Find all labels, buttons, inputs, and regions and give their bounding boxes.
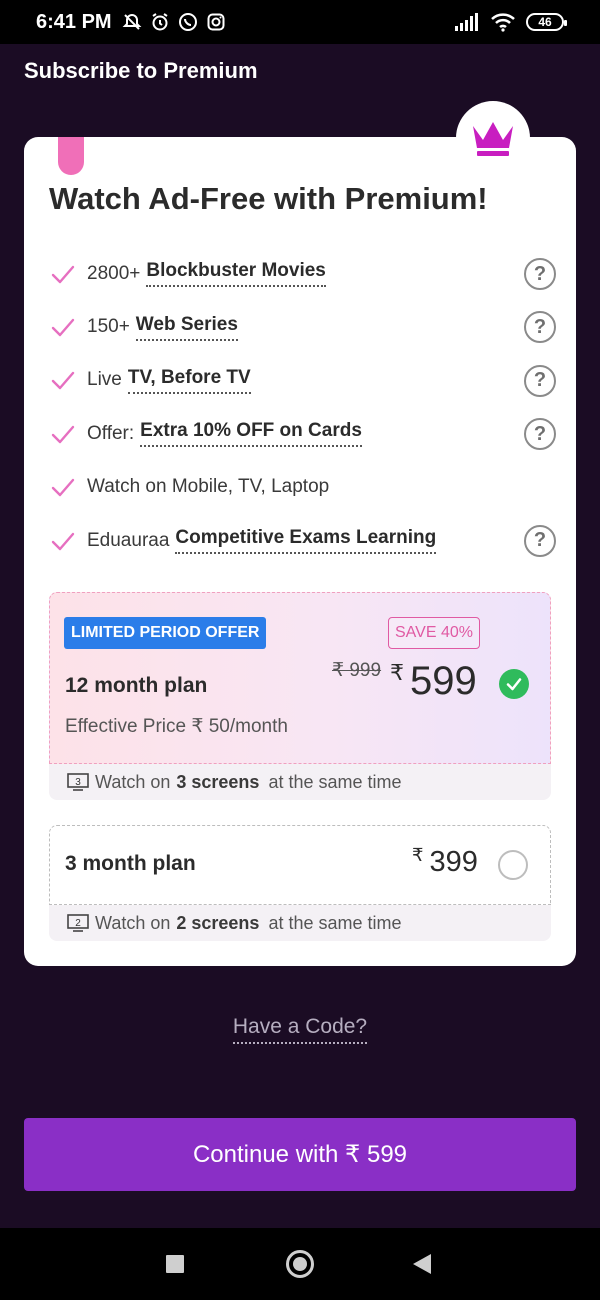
screens-count: 3 screens bbox=[176, 771, 260, 792]
crown-icon bbox=[473, 122, 513, 156]
tv-icon: 3 bbox=[67, 773, 89, 791]
plan-3-body[interactable]: 3 month plan ₹399 bbox=[49, 825, 551, 905]
have-code-container: Have a Code? bbox=[0, 1015, 600, 1044]
feature-prefix: 150+ bbox=[87, 316, 130, 338]
feature-item-web-series: 150+ Web Series ? bbox=[50, 300, 556, 353]
screens-suffix: at the same time bbox=[268, 912, 402, 933]
feature-prefix: 2800+ bbox=[87, 262, 141, 284]
continue-button[interactable]: Continue with ₹ 599 bbox=[24, 1118, 576, 1191]
screens-prefix: Watch on bbox=[95, 771, 171, 792]
feature-item-devices: Watch on Mobile, TV, Laptop bbox=[50, 461, 556, 514]
screens-suffix: at the same time bbox=[268, 771, 402, 792]
signal-icon bbox=[455, 13, 478, 31]
status-bar: 6:41 PM 46 bbox=[0, 0, 600, 44]
screens-prefix: Watch on bbox=[95, 912, 171, 933]
instagram-icon bbox=[207, 13, 225, 31]
tv-icon: 2 bbox=[67, 914, 89, 932]
whatsapp-icon bbox=[178, 13, 197, 31]
old-price: ₹ 999 bbox=[332, 660, 382, 681]
battery-level: 46 bbox=[538, 15, 552, 29]
battery-icon: 46 bbox=[526, 13, 567, 31]
alarm-icon bbox=[152, 13, 168, 31]
feature-link-offer[interactable]: Extra 10% OFF on Cards bbox=[140, 420, 362, 448]
feature-item-eduauraa: Eduauraa Competitive Exams Learning ? bbox=[50, 514, 556, 567]
premium-card: Watch Ad-Free with Premium! 2800+ Blockb… bbox=[24, 101, 576, 966]
checkmark-icon bbox=[506, 678, 522, 691]
feature-prefix: Live bbox=[87, 369, 122, 391]
wifi-icon bbox=[491, 13, 515, 32]
price-value: 599 bbox=[410, 659, 477, 703]
help-icon[interactable]: ? bbox=[524, 524, 556, 557]
plan-price: ₹599 bbox=[390, 659, 477, 704]
screens-info: 2 Watch on 2 screens at the same time bbox=[49, 905, 551, 941]
feature-list: 2800+ Blockbuster Movies ? 150+ Web Seri… bbox=[50, 247, 556, 567]
save-badge: SAVE 40% bbox=[388, 617, 480, 649]
help-icon[interactable]: ? bbox=[524, 364, 556, 397]
currency-symbol: ₹ bbox=[412, 845, 424, 865]
crown-badge bbox=[456, 101, 530, 175]
currency-symbol: ₹ bbox=[390, 660, 404, 685]
unselected-radio[interactable] bbox=[498, 850, 528, 880]
plan-price: ₹399 bbox=[412, 845, 478, 879]
feature-text: Watch on Mobile, TV, Laptop bbox=[87, 476, 330, 498]
check-icon bbox=[51, 265, 75, 283]
home-button[interactable] bbox=[286, 1250, 314, 1278]
tv-icon-number: 2 bbox=[75, 918, 81, 929]
plan-option-12-month[interactable]: LIMITED PERIOD OFFER SAVE 40% 12 month p… bbox=[49, 592, 551, 800]
check-icon bbox=[51, 372, 75, 390]
notification-icons bbox=[122, 12, 226, 32]
selected-radio[interactable] bbox=[499, 669, 529, 699]
feature-link-web-series[interactable]: Web Series bbox=[135, 314, 238, 341]
feature-item-live-tv: Live TV, Before TV ? bbox=[50, 354, 556, 407]
feature-item-movies: 2800+ Blockbuster Movies ? bbox=[50, 247, 556, 300]
page-title: Subscribe to Premium bbox=[24, 58, 258, 83]
plan-option-3-month[interactable]: 3 month plan ₹399 2 Watch on 2 screens a… bbox=[49, 825, 551, 941]
plan-12-body[interactable]: LIMITED PERIOD OFFER SAVE 40% 12 month p… bbox=[49, 592, 551, 764]
help-icon[interactable]: ? bbox=[524, 418, 556, 451]
back-button[interactable] bbox=[413, 1254, 431, 1274]
feature-item-offer: Offer: Extra 10% OFF on Cards ? bbox=[50, 407, 556, 460]
check-icon bbox=[51, 425, 75, 444]
limited-offer-badge: LIMITED PERIOD OFFER bbox=[64, 617, 267, 649]
card-title: Watch Ad-Free with Premium! bbox=[49, 181, 488, 216]
pink-bookmark-tab bbox=[58, 137, 84, 175]
system-nav-bar bbox=[0, 1228, 600, 1300]
feature-prefix: Eduauraa bbox=[87, 529, 170, 551]
tv-icon-number: 3 bbox=[75, 777, 81, 788]
feature-prefix: Offer: bbox=[87, 422, 135, 444]
help-icon[interactable]: ? bbox=[524, 258, 556, 290]
feature-link-movies[interactable]: Blockbuster Movies bbox=[146, 260, 326, 288]
price-value: 399 bbox=[429, 846, 478, 878]
help-icon[interactable]: ? bbox=[524, 311, 556, 344]
screens-info: 3 Watch on 3 screens at the same time bbox=[49, 764, 551, 800]
feature-link-live-tv[interactable]: TV, Before TV bbox=[127, 367, 251, 394]
bell-off-icon bbox=[122, 13, 142, 30]
check-icon bbox=[51, 318, 75, 337]
check-icon bbox=[51, 479, 75, 497]
have-code-link[interactable]: Have a Code? bbox=[232, 1015, 368, 1044]
recents-button[interactable] bbox=[166, 1255, 184, 1273]
system-status: 46 bbox=[454, 12, 567, 32]
effective-price: Effective Price ₹ 50/month bbox=[65, 716, 288, 737]
screens-count: 2 screens bbox=[176, 912, 260, 933]
status-time: 6:41 PM bbox=[36, 10, 112, 33]
plan-name: 3 month plan bbox=[65, 852, 196, 875]
check-icon bbox=[51, 532, 75, 550]
plan-name: 12 month plan bbox=[65, 674, 208, 697]
feature-link-eduauraa[interactable]: Competitive Exams Learning bbox=[175, 527, 437, 555]
